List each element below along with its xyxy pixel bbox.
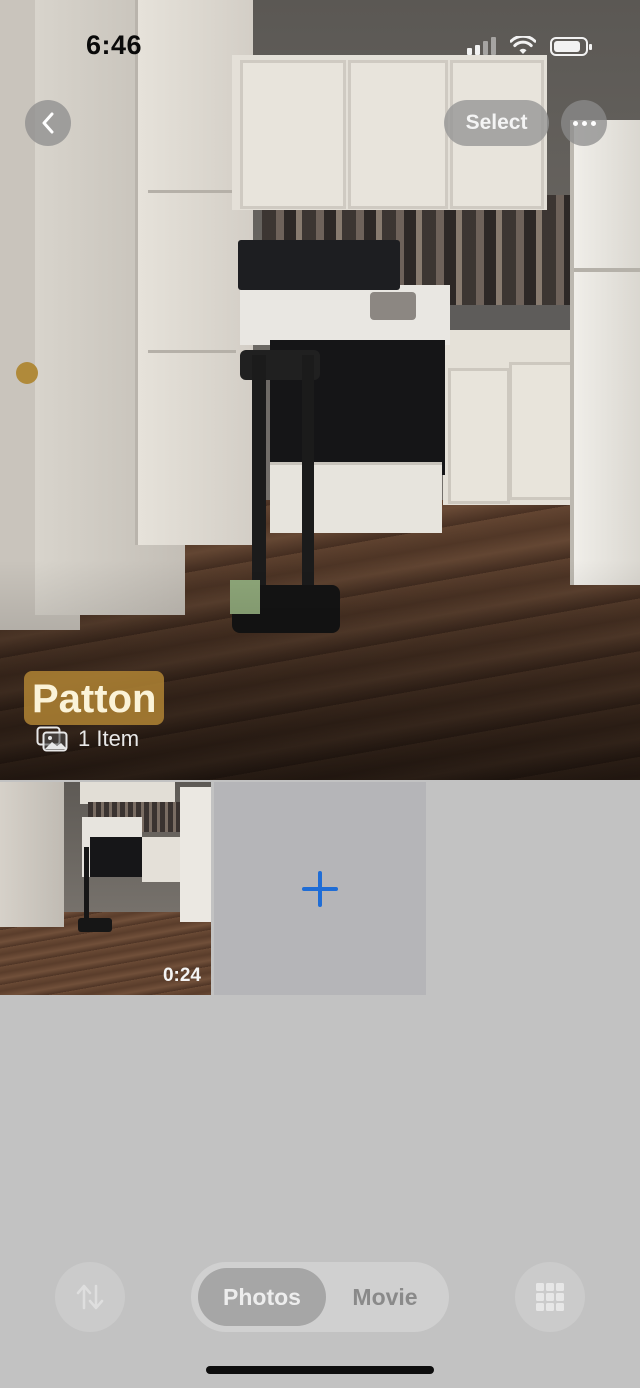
battery-icon [550, 36, 592, 56]
cabinet-door [509, 362, 575, 500]
album-title: Patton [24, 671, 165, 725]
sort-arrows-icon [76, 1284, 104, 1310]
fridge-seam [574, 268, 640, 272]
stove-top [240, 285, 450, 345]
pantry-seam [148, 190, 236, 193]
thumb-oven [90, 837, 142, 877]
refrigerator [570, 120, 640, 585]
grid-icon [536, 1283, 564, 1311]
thumb-lower-cabinets [142, 837, 182, 882]
tab-photos[interactable]: Photos [198, 1268, 326, 1326]
media-grid: 0:24 [0, 782, 640, 996]
video-duration: 0:24 [162, 965, 201, 986]
album-item-count: 1 Item [36, 726, 139, 752]
thumb-robot-base [78, 918, 112, 932]
stove-control-panel [238, 240, 400, 290]
robot-pole [302, 355, 314, 590]
wifi-icon [510, 36, 536, 54]
oven-drawer [270, 462, 442, 533]
thumb-pillar [0, 782, 64, 927]
pot [370, 292, 416, 320]
add-media-button[interactable] [214, 782, 426, 995]
more-button[interactable] [561, 100, 607, 146]
cabinet-door [348, 60, 448, 209]
photo-stack-icon [36, 726, 68, 752]
home-indicator[interactable] [206, 1366, 434, 1374]
status-time: 6:46 [86, 30, 143, 60]
status-icons [467, 36, 592, 56]
view-mode-segmented-control: Photos Movie [191, 1262, 449, 1332]
cabinet-door [240, 60, 346, 209]
album-count-label: 1 Item [78, 726, 140, 751]
video-thumbnail[interactable]: 0:24 [0, 782, 211, 995]
ellipsis-icon [572, 120, 596, 126]
robot-pole [252, 355, 266, 590]
plus-icon [302, 870, 338, 907]
thumb-cabinets [80, 782, 175, 804]
grid-button[interactable] [515, 1262, 585, 1332]
sort-button[interactable] [55, 1262, 125, 1332]
pantry-seam [148, 350, 236, 353]
tab-movie[interactable]: Movie [329, 1268, 441, 1326]
select-button[interactable]: Select [444, 100, 549, 146]
back-button[interactable] [25, 100, 71, 146]
cellular-signal-icon [467, 37, 496, 55]
cabinet-door [448, 368, 510, 504]
thumb-robot [84, 847, 89, 927]
door-knob [16, 362, 38, 384]
chevron-left-icon [42, 112, 54, 134]
thumb-fridge [180, 787, 211, 922]
